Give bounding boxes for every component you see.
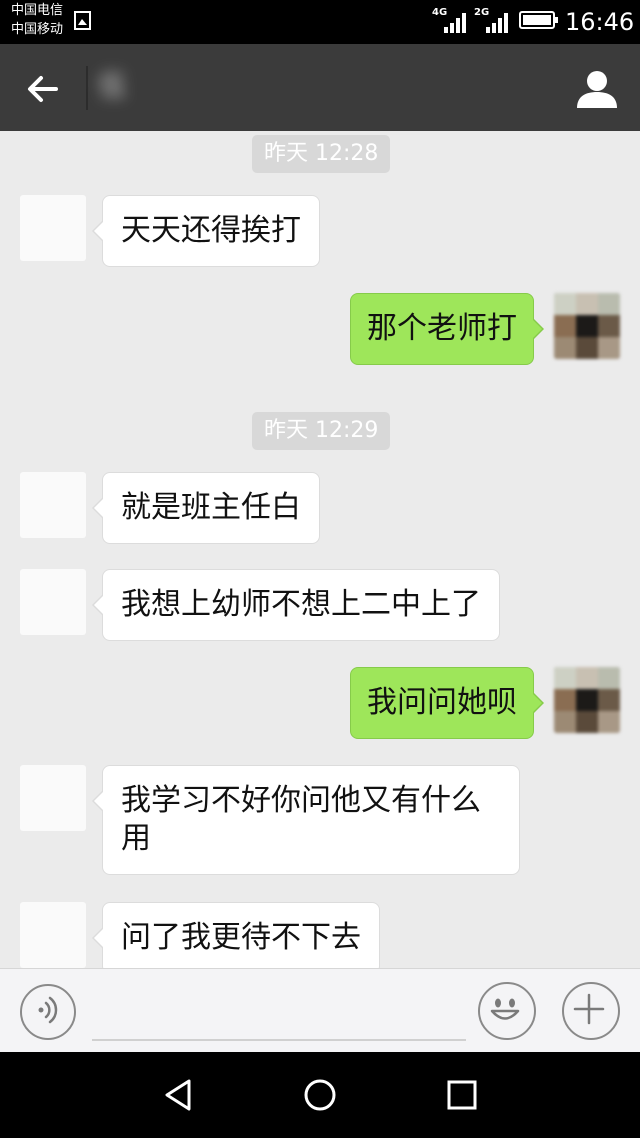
image-notification-icon [74, 11, 91, 30]
self-avatar[interactable] [554, 293, 620, 359]
signal-bars-icon [444, 13, 466, 33]
circle-home-icon[interactable] [300, 1075, 340, 1115]
status-bar: 中国电信 中国移动 4G 2G 16:46 [0, 0, 640, 44]
outgoing-message[interactable]: 我问问她呗 [350, 667, 544, 739]
message-text: 问了我更待不下去 [121, 920, 361, 955]
signal-2g: 2G [474, 7, 512, 35]
smiley-icon [490, 998, 520, 1020]
contact-avatar[interactable] [20, 569, 86, 635]
input-bar [0, 968, 640, 1053]
chat-header: 伍 [0, 44, 640, 131]
message-text: 我想上幼师不想上二中上了 [121, 587, 481, 622]
message-input[interactable] [92, 981, 466, 1041]
arrow-left-icon[interactable] [22, 68, 64, 110]
message-text: 就是班主任白 [121, 490, 301, 525]
contact-avatar[interactable] [20, 902, 86, 968]
status-time: 16:46 [565, 8, 635, 36]
voice-button[interactable] [20, 984, 76, 1040]
outgoing-message[interactable]: 那个老师打 [350, 293, 544, 365]
person-icon[interactable] [574, 66, 620, 112]
contact-avatar[interactable] [20, 195, 86, 261]
incoming-message[interactable]: 就是班主任白 [92, 472, 320, 544]
incoming-message[interactable]: 我想上幼师不想上二中上了 [92, 569, 500, 641]
triangle-back-icon[interactable] [159, 1075, 199, 1115]
incoming-message[interactable]: 我学习不好你问他又有什么用 [92, 765, 520, 875]
timestamp: 昨天 12:29 [252, 412, 391, 450]
signal-4g: 4G [432, 7, 470, 35]
incoming-message[interactable]: 问了我更待不下去 [92, 902, 380, 968]
system-nav-bar [0, 1052, 640, 1138]
message-text: 我学习不好你问他又有什么用 [121, 783, 481, 856]
carrier-2-label: 中国移动 [11, 22, 64, 37]
header-divider [86, 66, 88, 110]
contact-avatar[interactable] [20, 765, 86, 831]
battery-icon [519, 11, 558, 29]
contact-avatar[interactable] [20, 472, 86, 538]
self-avatar[interactable] [554, 667, 620, 733]
message-text: 天天还得挨打 [121, 213, 301, 248]
message-text: 我问问她呗 [367, 685, 517, 720]
signal-bars-icon [486, 13, 508, 33]
carrier-1-label: 中国电信 [11, 3, 64, 18]
square-recent-icon[interactable] [442, 1075, 482, 1115]
emoji-button[interactable] [478, 982, 536, 1040]
plus-icon [573, 993, 605, 1025]
more-button[interactable] [562, 982, 620, 1040]
message-list[interactable]: 昨天 12:28 天天还得挨打 那个老师打 昨天 12:29 就是班主任白 我想… [0, 131, 640, 968]
carrier-labels: 中国电信 中国移动 [11, 1, 63, 39]
incoming-message[interactable]: 天天还得挨打 [92, 195, 320, 267]
contact-name: 伍 [98, 69, 127, 102]
voice-icon [38, 996, 58, 1024]
timestamp: 昨天 12:28 [252, 135, 391, 173]
message-text: 那个老师打 [367, 311, 517, 346]
